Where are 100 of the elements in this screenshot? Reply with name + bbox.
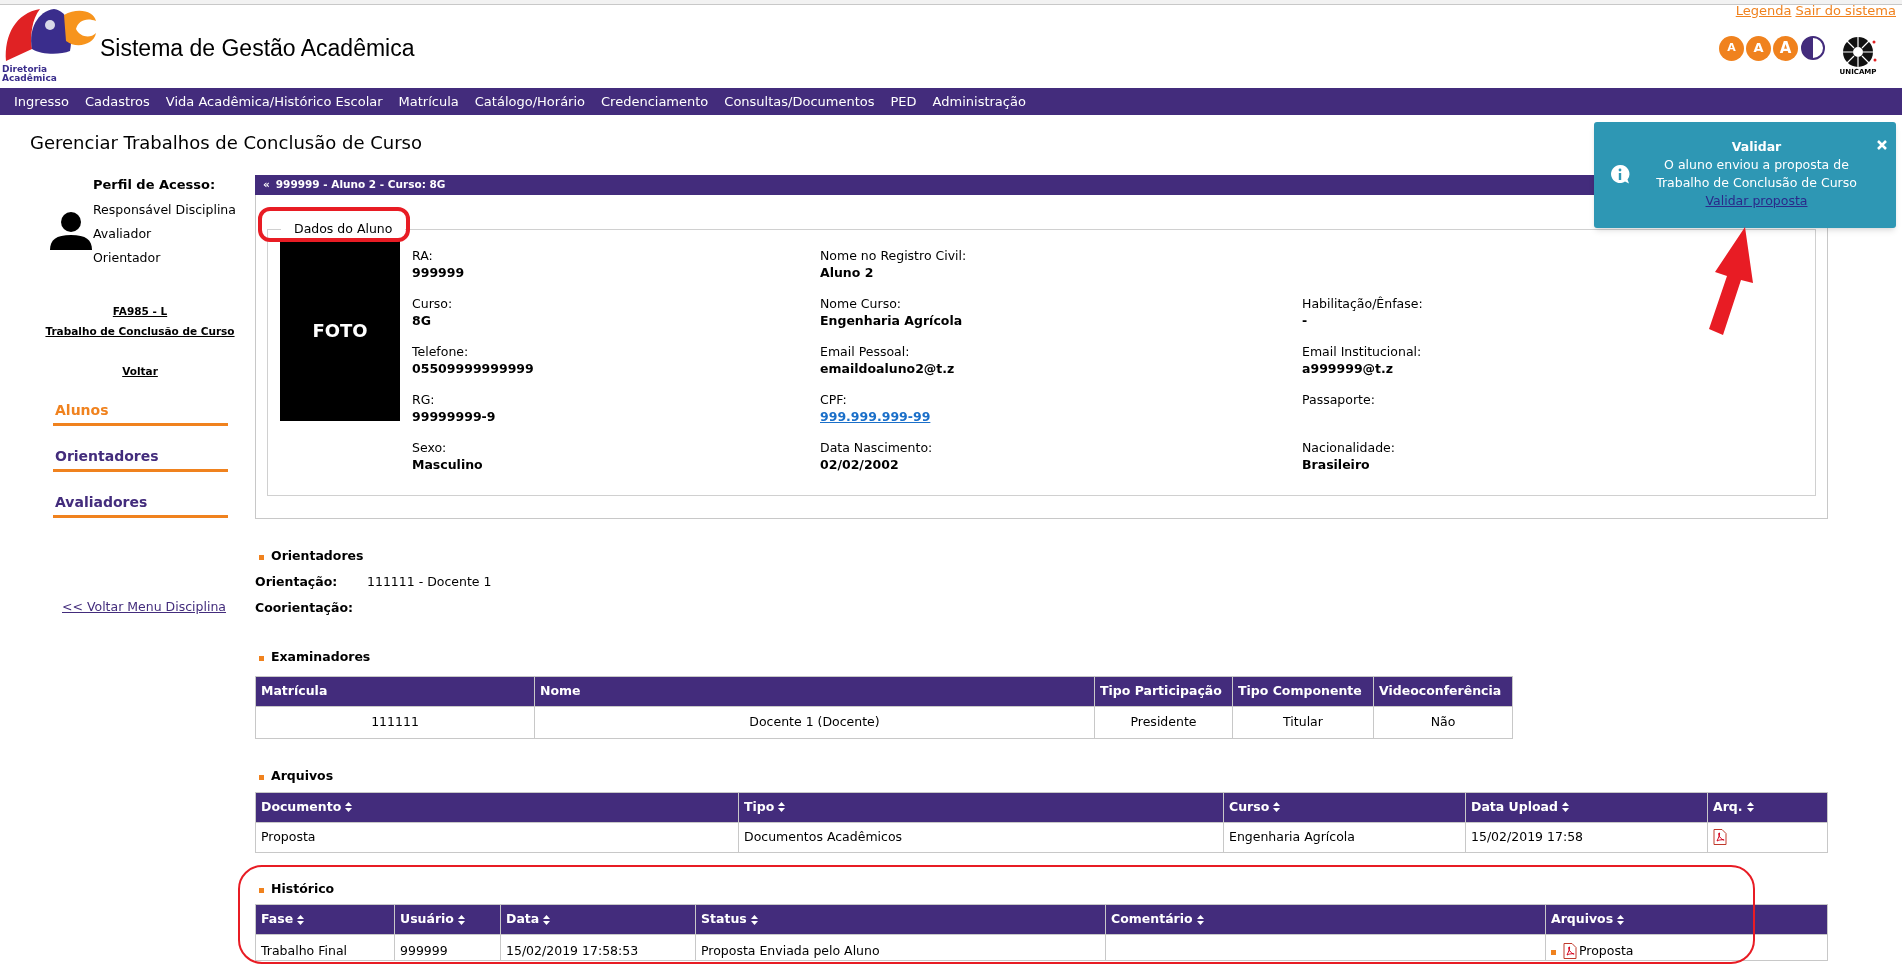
bullet-icon xyxy=(259,887,264,893)
table-cell: Não xyxy=(1373,706,1513,739)
field-label: Passaporte: xyxy=(1302,390,1376,408)
sort-icon xyxy=(1746,802,1754,813)
course-code-link[interactable]: FA985 - L xyxy=(112,303,168,320)
sidebar-section-link[interactable]: Avaliadores xyxy=(53,491,228,518)
advisor-label: Orientação: xyxy=(255,572,339,591)
menu-item[interactable]: Administração xyxy=(924,91,1034,112)
field-label: Habilitação/Ênfase: xyxy=(1302,294,1424,312)
table-cell: Documentos Acadêmicos xyxy=(738,822,1224,852)
table-cell: Proposta Enviada pelo Aluno xyxy=(701,942,880,958)
sort-icon xyxy=(1617,914,1625,925)
column-header: Tipo Participação xyxy=(1094,676,1233,707)
pdf-icon[interactable] xyxy=(1713,829,1727,846)
sort-icon xyxy=(543,914,551,925)
field-value: - xyxy=(1302,311,1309,329)
table-cell: 15/02/2019 17:58 xyxy=(1465,822,1708,852)
field-label: CPF: xyxy=(820,390,848,408)
field-value: 8G xyxy=(412,311,432,329)
profile-name: Responsável Disciplina xyxy=(93,200,236,219)
column-header[interactable]: Data Upload xyxy=(1465,792,1708,822)
section-title: Histórico xyxy=(271,879,335,898)
profile-label: Perfil de Acesso: xyxy=(93,176,217,194)
section-title: Arquivos xyxy=(271,766,334,785)
table-cell: 111111 xyxy=(255,706,535,739)
column-header[interactable]: Documento xyxy=(255,792,739,822)
field-value: a999999@t.z xyxy=(1302,359,1395,377)
sort-icon xyxy=(1273,802,1281,813)
sidebar-section-link[interactable]: Orientadores xyxy=(53,445,228,472)
student-header-text: 999999 - Aluno 2 - Curso: 8G xyxy=(275,177,446,193)
column-header: Matrícula xyxy=(255,676,535,707)
field-link[interactable]: 999.999.999-99 xyxy=(820,407,931,425)
column-header[interactable]: Usuário xyxy=(394,904,501,935)
menu-item[interactable]: Vida Acadêmica/Histórico Escolar xyxy=(157,91,391,112)
menu-item[interactable]: Ingresso xyxy=(6,91,77,112)
column-header[interactable]: Tipo xyxy=(738,792,1224,822)
table-cell: Titular xyxy=(1232,706,1374,739)
table-cell: Trabalho Final xyxy=(261,942,348,958)
column-header[interactable]: Arq. xyxy=(1707,792,1828,822)
field-value: emaildoaluno2@t.z xyxy=(820,359,956,377)
field-value: 02/02/2002 xyxy=(820,455,900,473)
field-label: Data Nascimento: xyxy=(820,438,934,456)
section-title: Examinadores xyxy=(271,648,371,666)
column-header[interactable]: Status xyxy=(695,904,1106,935)
bullet-icon xyxy=(1551,949,1556,955)
table-cell: Presidente xyxy=(1094,706,1233,739)
column-header[interactable]: Curso xyxy=(1223,792,1466,822)
sort-icon xyxy=(750,914,758,925)
info-icon xyxy=(1609,164,1631,186)
notification-message: O aluno enviou a proposta de Trabalho de Conclusão de Curso xyxy=(1655,156,1858,192)
menu-item[interactable]: Credenciamento xyxy=(593,91,717,112)
column-header[interactable]: Arquivos xyxy=(1545,904,1828,935)
user-icon xyxy=(50,211,92,250)
column-header[interactable]: Fase xyxy=(255,904,395,935)
table-cell: Docente 1 (Docente) xyxy=(534,706,1095,739)
section-title: Orientadores xyxy=(271,546,364,565)
table-cell: Engenharia Agrícola xyxy=(1223,822,1466,852)
field-value: Engenharia Agrícola xyxy=(820,311,964,329)
bullet-icon xyxy=(259,656,264,662)
profile-name: Avaliador xyxy=(93,224,153,243)
menu-item[interactable]: Matrícula xyxy=(390,91,467,112)
column-header[interactable]: Data xyxy=(500,904,696,935)
file-link[interactable]: Proposta xyxy=(1579,941,1634,961)
field-label: Nacionalidade: xyxy=(1302,438,1396,456)
field-label: Telefone: xyxy=(412,342,470,360)
sort-icon xyxy=(778,802,786,813)
field-value: Masculino xyxy=(412,455,484,473)
field-label: RG: xyxy=(412,390,436,408)
back-link[interactable]: Voltar xyxy=(122,364,158,380)
field-value: Brasileiro xyxy=(1302,455,1371,473)
logo-caption: Diretoria Acadêmica xyxy=(2,65,58,83)
field-value: Aluno 2 xyxy=(820,263,875,281)
column-header: Tipo Componente xyxy=(1232,676,1374,707)
validate-link[interactable]: Validar proposta xyxy=(1705,192,1808,210)
collapse-arrow[interactable]: « xyxy=(263,177,270,193)
bullet-icon xyxy=(259,775,264,781)
field-label: Curso: xyxy=(412,294,454,312)
close-icon[interactable] xyxy=(1877,140,1887,150)
menu-item[interactable]: PED xyxy=(882,91,925,112)
contrast-icon[interactable] xyxy=(1800,35,1826,61)
column-header: Nome xyxy=(534,676,1095,707)
field-label: Nome no Registro Civil: xyxy=(820,246,968,264)
field-value: 999999 xyxy=(412,263,466,281)
column-header[interactable]: Comentário xyxy=(1105,904,1546,935)
notification-title: Validar xyxy=(1731,138,1782,156)
field-label: Sexo: xyxy=(412,438,448,456)
bullet-icon xyxy=(259,555,264,561)
menu-item[interactable]: Catálogo/Horário xyxy=(466,91,593,112)
menu-item[interactable]: Cadastros xyxy=(76,91,158,112)
table-cell: 15/02/2019 17:58:53 xyxy=(506,942,639,958)
course-name-link[interactable]: Trabalho de Conclusão de Curso xyxy=(45,324,235,340)
table-cell: 999999 xyxy=(400,942,448,958)
fieldset-legend: Dados do Aluno xyxy=(281,220,406,239)
back-to-menu-link[interactable]: << Voltar Menu Disciplina xyxy=(62,597,255,617)
table-cell: Proposta xyxy=(255,822,739,852)
pdf-icon[interactable] xyxy=(1563,942,1577,959)
menu-item[interactable]: Consultas/Documentos xyxy=(716,91,883,112)
sort-icon xyxy=(345,802,353,813)
field-label: Nome Curso: xyxy=(820,294,902,312)
field-label: RA: xyxy=(412,246,434,264)
